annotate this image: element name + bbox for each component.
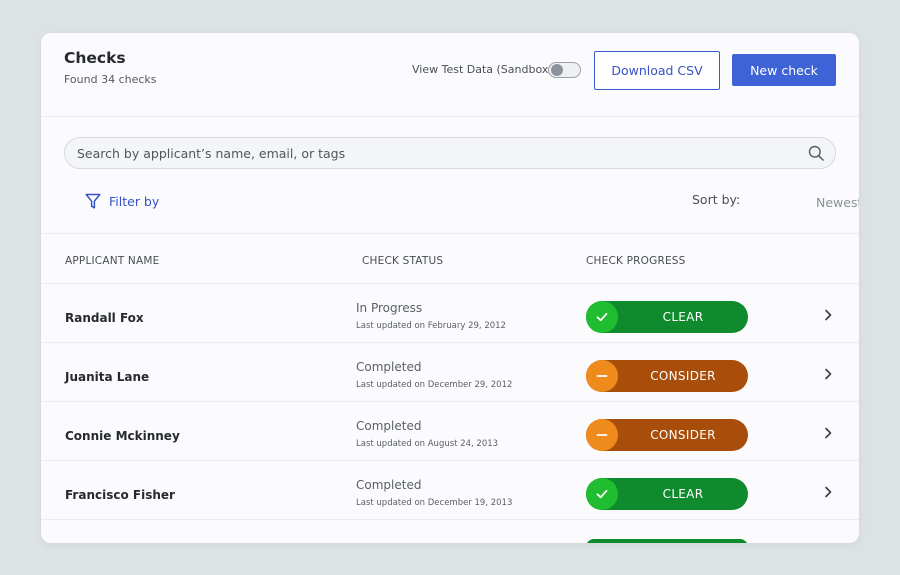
toggle-knob [551, 64, 563, 76]
partial-progress-pill [586, 539, 748, 543]
panel-header: Checks Found 34 checks View Test Data (S… [41, 33, 859, 117]
chevron-right-icon[interactable] [823, 309, 833, 321]
applicant-name: Juanita Lane [65, 370, 150, 384]
progress-label: CONSIDER [650, 428, 716, 442]
column-applicant-name: APPLICANT NAME [65, 255, 160, 267]
chevron-right-icon[interactable] [823, 486, 833, 498]
check-status: Completed [356, 360, 422, 374]
table-header: APPLICANT NAME CHECK STATUS CHECK PROGRE… [41, 233, 859, 284]
check-status: In Progress [356, 301, 423, 315]
check-status: Completed [356, 419, 422, 433]
minus-icon [586, 360, 618, 392]
filter-button[interactable]: Filter by [85, 193, 159, 210]
progress-label: CONSIDER [650, 369, 716, 383]
sandbox-label: View Test Data (Sandbox) [412, 63, 553, 76]
table-row[interactable]: Francisco Fisher Completed Last updated on… [41, 461, 859, 520]
last-updated: Last updated on December 29, 2012 [356, 380, 513, 390]
applicant-name: Connie Mckinney [65, 429, 180, 443]
table-row[interactable]: Connie Mckinney Completed Last updated on … [41, 402, 859, 461]
chevron-right-icon[interactable] [823, 427, 833, 439]
last-updated: Last updated on February 29, 2012 [356, 321, 506, 331]
filter-icon [85, 193, 101, 209]
progress-label: CLEAR [662, 310, 704, 324]
search-bar [64, 137, 836, 169]
download-csv-button[interactable]: Download CSV [594, 51, 720, 90]
progress-pill-clear: CLEAR [586, 301, 748, 333]
progress-pill-consider: CONSIDER [586, 419, 748, 451]
search-input[interactable] [77, 138, 797, 168]
check-icon [586, 301, 618, 333]
checks-count: Found 34 checks [64, 73, 157, 86]
applicant-name: Randall Fox [65, 311, 144, 325]
sandbox-toggle[interactable] [548, 62, 581, 78]
progress-pill-consider: CONSIDER [586, 360, 748, 392]
progress-label: CLEAR [662, 487, 704, 501]
applicant-name: Francisco Fisher [65, 488, 175, 502]
page-title: Checks [64, 49, 126, 67]
search-icon[interactable] [808, 145, 824, 161]
check-status: Completed [356, 478, 422, 492]
sort-label: Sort by: [692, 192, 741, 207]
new-check-button[interactable]: New check [732, 54, 836, 86]
minus-icon [586, 419, 618, 451]
column-check-progress: CHECK PROGRESS [586, 255, 686, 267]
chevron-right-icon[interactable] [823, 368, 833, 380]
filter-label: Filter by [109, 194, 160, 209]
last-updated: Last updated on December 19, 2013 [356, 498, 513, 508]
sort-dropdown[interactable]: Newest [816, 195, 859, 210]
table-row[interactable]: Juanita Lane Completed Last updated on Dec… [41, 343, 859, 402]
progress-pill-clear: CLEAR [586, 478, 748, 510]
table-row[interactable]: Randall Fox In Progress Last updated on Fe… [41, 284, 859, 343]
column-check-status: CHECK STATUS [362, 255, 444, 267]
check-icon [586, 478, 618, 510]
checks-panel: Checks Found 34 checks View Test Data (S… [41, 33, 859, 543]
last-updated: Last updated on August 24, 2013 [356, 439, 499, 449]
